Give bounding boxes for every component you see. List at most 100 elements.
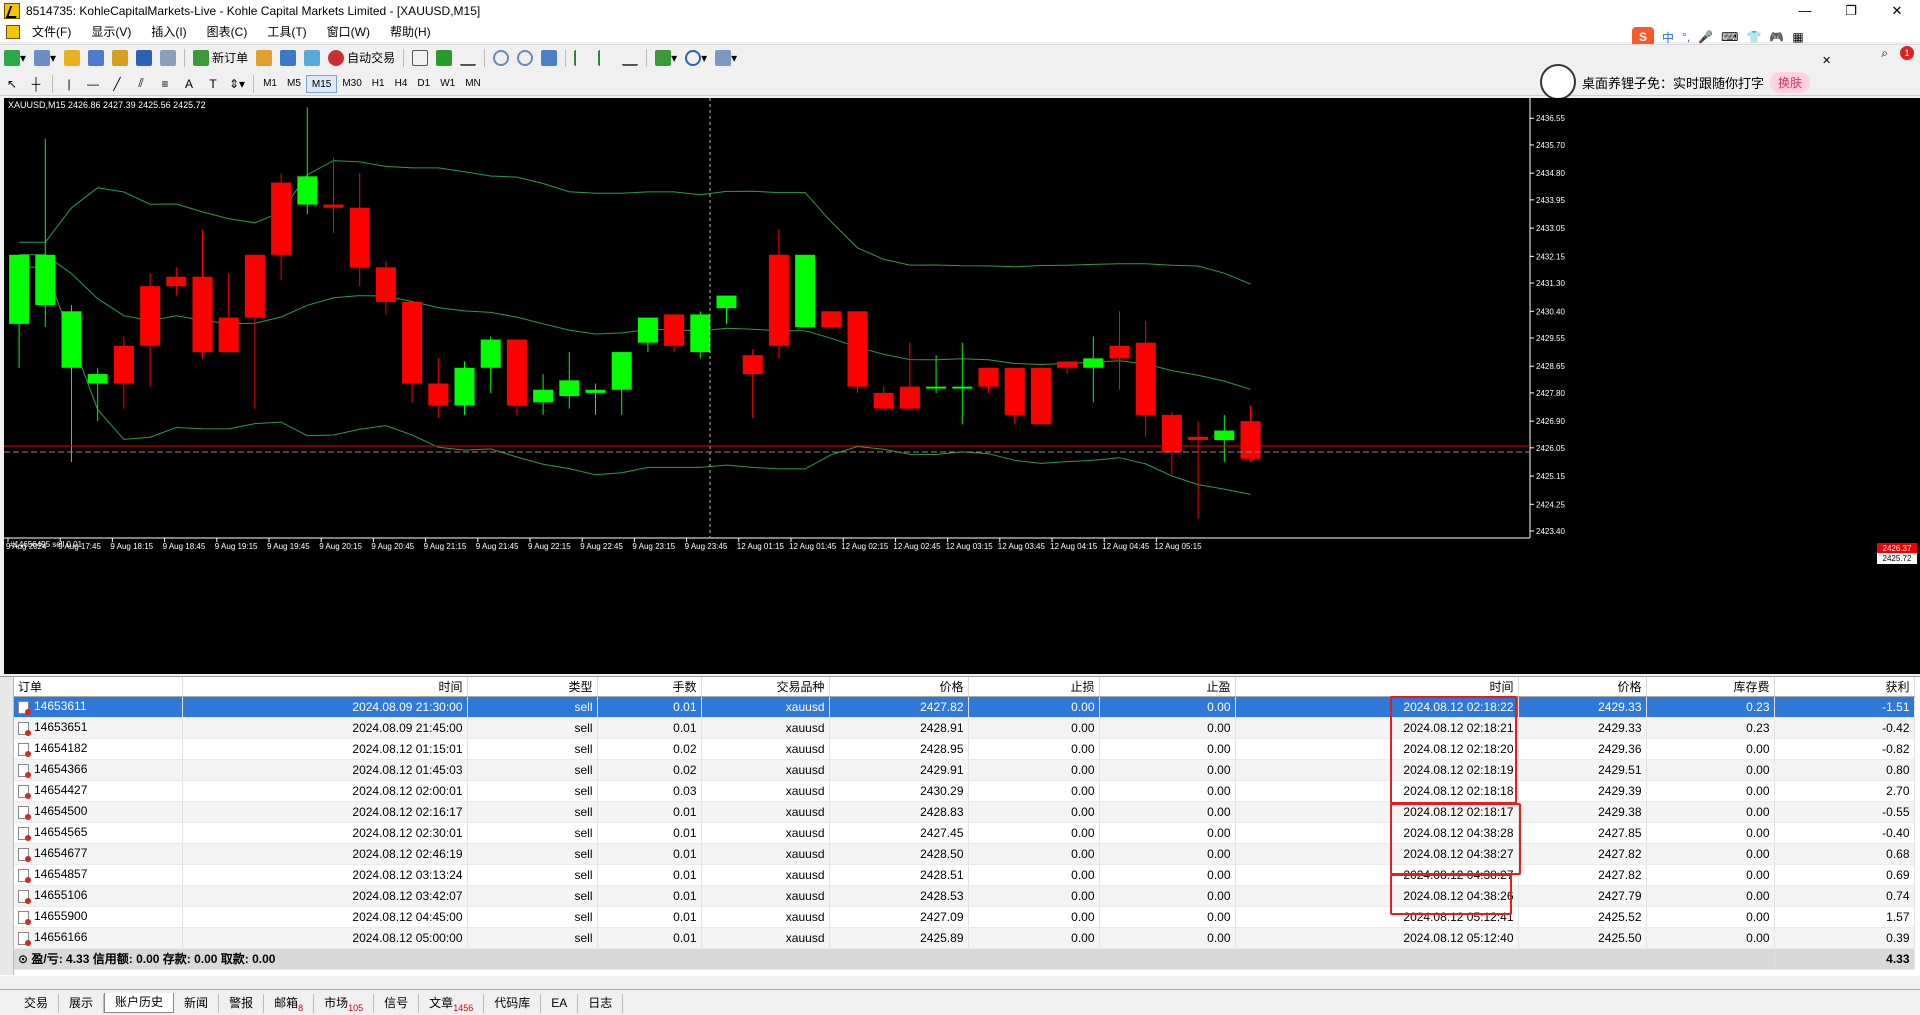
maximize-button[interactable]: ❐	[1828, 0, 1874, 22]
market-watch-button[interactable]	[62, 48, 82, 68]
bar-chart-button[interactable]	[410, 48, 430, 68]
ad-text[interactable]: 桌面养锂子免：实时跟随你打字	[1582, 73, 1764, 92]
timeframe-h4[interactable]: H4	[390, 75, 413, 93]
header-take-profit[interactable]: 止盈	[1099, 677, 1236, 697]
terminal-button[interactable]	[134, 48, 154, 68]
menu-help[interactable]: 帮助(H)	[380, 22, 441, 42]
table-row[interactable]: 14654366 2024.08.12 01:45:03 sell 0.02 xauus…	[14, 759, 1915, 781]
fibonacci-tool-icon[interactable]: ≡	[155, 74, 175, 94]
menu-charts[interactable]: 图表(C)	[197, 22, 258, 42]
tab-journal[interactable]: 日志	[578, 994, 624, 1013]
header-open-time[interactable]: 时间	[182, 677, 468, 697]
header-order[interactable]: 订单	[14, 677, 183, 697]
cursor-tool-icon[interactable]: ↖	[2, 74, 22, 94]
keyboard-icon[interactable]: ⌨	[1721, 30, 1738, 44]
data-window-button[interactable]	[86, 48, 106, 68]
microphone-icon[interactable]: 🎤	[1698, 30, 1713, 44]
timeframe-mn[interactable]: MN	[460, 75, 486, 93]
header-close-price[interactable]: 价格	[1518, 677, 1647, 697]
table-row[interactable]: 14654565 2024.08.12 02:30:01 sell 0.01 xauus…	[14, 822, 1915, 844]
period-separators-button[interactable]	[620, 48, 640, 68]
tab-alerts[interactable]: 警报	[219, 994, 265, 1013]
tab-experts[interactable]: EA	[541, 994, 579, 1013]
header-close-time[interactable]: 时间	[1235, 677, 1519, 697]
swap-skin-button[interactable]: 换肤	[1770, 71, 1811, 93]
vertical-line-tool-icon[interactable]: |	[59, 74, 79, 94]
table-row[interactable]: 14656166 2024.08.12 05:00:00 sell 0.01 xauus…	[14, 927, 1915, 949]
horizontal-line-tool-icon[interactable]: —	[83, 74, 103, 94]
community-button[interactable]	[278, 48, 298, 68]
header-symbol[interactable]: 交易品种	[701, 677, 830, 697]
table-row[interactable]: 14655900 2024.08.12 04:45:00 sell 0.01 xauus…	[14, 906, 1915, 928]
crosshair-tool-icon[interactable]: ┼	[26, 74, 46, 94]
table-row[interactable]: 14654182 2024.08.12 01:15:01 sell 0.02 xauus…	[14, 738, 1915, 760]
periods-button[interactable]: ▾	[683, 48, 709, 68]
profiles-button[interactable]: ▾	[32, 48, 58, 68]
tab-trade[interactable]: 交易	[14, 994, 60, 1013]
timeframe-m15[interactable]: M15	[305, 74, 338, 93]
close-button[interactable]: ✕	[1874, 0, 1920, 22]
tab-signals[interactable]: 信号	[374, 994, 420, 1013]
table-row[interactable]: 14654500 2024.08.12 02:16:17 sell 0.01 xauus…	[14, 801, 1915, 823]
menu-tools[interactable]: 工具(T)	[257, 22, 316, 42]
strategy-tester-button[interactable]	[158, 48, 178, 68]
timeframe-m5[interactable]: M5	[282, 75, 306, 93]
search-icon[interactable]: ⌕	[1881, 46, 1888, 61]
auto-trading-button[interactable]: 自动交易	[326, 48, 397, 68]
table-row[interactable]: 14654427 2024.08.12 02:00:01 sell 0.03 xauus…	[14, 780, 1915, 802]
line-chart-button[interactable]	[458, 48, 478, 68]
templates-button[interactable]: ▾	[713, 48, 739, 68]
timeframe-w1[interactable]: W1	[435, 75, 460, 93]
table-row[interactable]: 14654857 2024.08.12 03:13:24 sell 0.01 xauus…	[14, 864, 1915, 886]
text-tool-icon[interactable]: A	[179, 74, 199, 94]
chart-window-icon[interactable]	[6, 25, 20, 39]
timeframe-d1[interactable]: D1	[412, 75, 435, 93]
tab-news[interactable]: 新闻	[174, 994, 220, 1013]
table-row[interactable]: 14653611 2024.08.09 21:30:00 sell 0.01 xauus…	[14, 696, 1915, 718]
table-row[interactable]: 14653651 2024.08.09 21:45:00 sell 0.01 xauus…	[14, 717, 1915, 739]
ad-close-icon[interactable]: ✕	[1822, 54, 1831, 67]
channel-tool-icon[interactable]: ⫽	[131, 74, 151, 94]
tab-account-history[interactable]: 账户历史	[104, 993, 175, 1013]
tab-code-base[interactable]: 代码库	[484, 994, 542, 1013]
notification-badge-icon[interactable]: 1	[1900, 46, 1914, 60]
header-stop-loss[interactable]: 止损	[968, 677, 1100, 697]
chart-shift-button[interactable]	[572, 48, 592, 68]
indicators-button[interactable]: ▾	[653, 48, 679, 68]
tab-mailbox[interactable]: 邮箱8	[264, 994, 315, 1013]
minimize-button[interactable]: —	[1782, 0, 1828, 22]
metaeditor-button[interactable]	[254, 48, 274, 68]
tab-articles[interactable]: 文章1456	[419, 994, 485, 1013]
auto-scroll-button[interactable]	[596, 48, 616, 68]
new-order-button[interactable]: 新订单	[191, 48, 250, 68]
table-row[interactable]: 14655106 2024.08.12 03:42:07 sell 0.01 xauus…	[14, 885, 1915, 907]
tab-market[interactable]: 市场105	[314, 994, 375, 1013]
header-profit[interactable]: 获利	[1774, 677, 1915, 697]
zoom-in-button[interactable]	[491, 48, 511, 68]
zoom-out-button[interactable]	[515, 48, 535, 68]
text-label-tool-icon[interactable]: T	[203, 74, 223, 94]
ime-punctuation-icon[interactable]: °,	[1682, 30, 1690, 44]
menu-insert[interactable]: 插入(I)	[141, 22, 196, 42]
arrows-tool-icon[interactable]: ⇕▾	[227, 74, 247, 94]
candlestick-chart-button[interactable]	[434, 48, 454, 68]
grid-menu-icon[interactable]: ▦	[1792, 30, 1803, 44]
menu-window[interactable]: 窗口(W)	[317, 22, 380, 42]
game-icon[interactable]: 🎮	[1769, 30, 1784, 44]
timeframe-h1[interactable]: H1	[367, 75, 390, 93]
ime-chinese-mode[interactable]: 中	[1662, 29, 1674, 46]
navigator-button[interactable]	[110, 48, 130, 68]
new-chart-button[interactable]: ▾	[2, 48, 28, 68]
terminal-side-strip[interactable]	[0, 677, 14, 975]
chart-canvas[interactable]: 2437.452436.552435.702434.802433.952433.…	[4, 98, 1920, 674]
table-row[interactable]: 14654677 2024.08.12 02:46:19 sell 0.01 xauus…	[14, 843, 1915, 865]
timeframe-m1[interactable]: M1	[258, 75, 282, 93]
tab-exposure[interactable]: 展示	[59, 994, 105, 1013]
signals-button[interactable]	[302, 48, 322, 68]
price-chart[interactable]: 2437.452436.552435.702434.802433.952433.…	[4, 98, 1920, 674]
header-type[interactable]: 类型	[467, 677, 598, 697]
menu-file[interactable]: 文件(F)	[22, 22, 81, 42]
trendline-tool-icon[interactable]: ╱	[107, 74, 127, 94]
menu-view[interactable]: 显示(V)	[81, 22, 141, 42]
header-swap[interactable]: 库存费	[1646, 677, 1775, 697]
